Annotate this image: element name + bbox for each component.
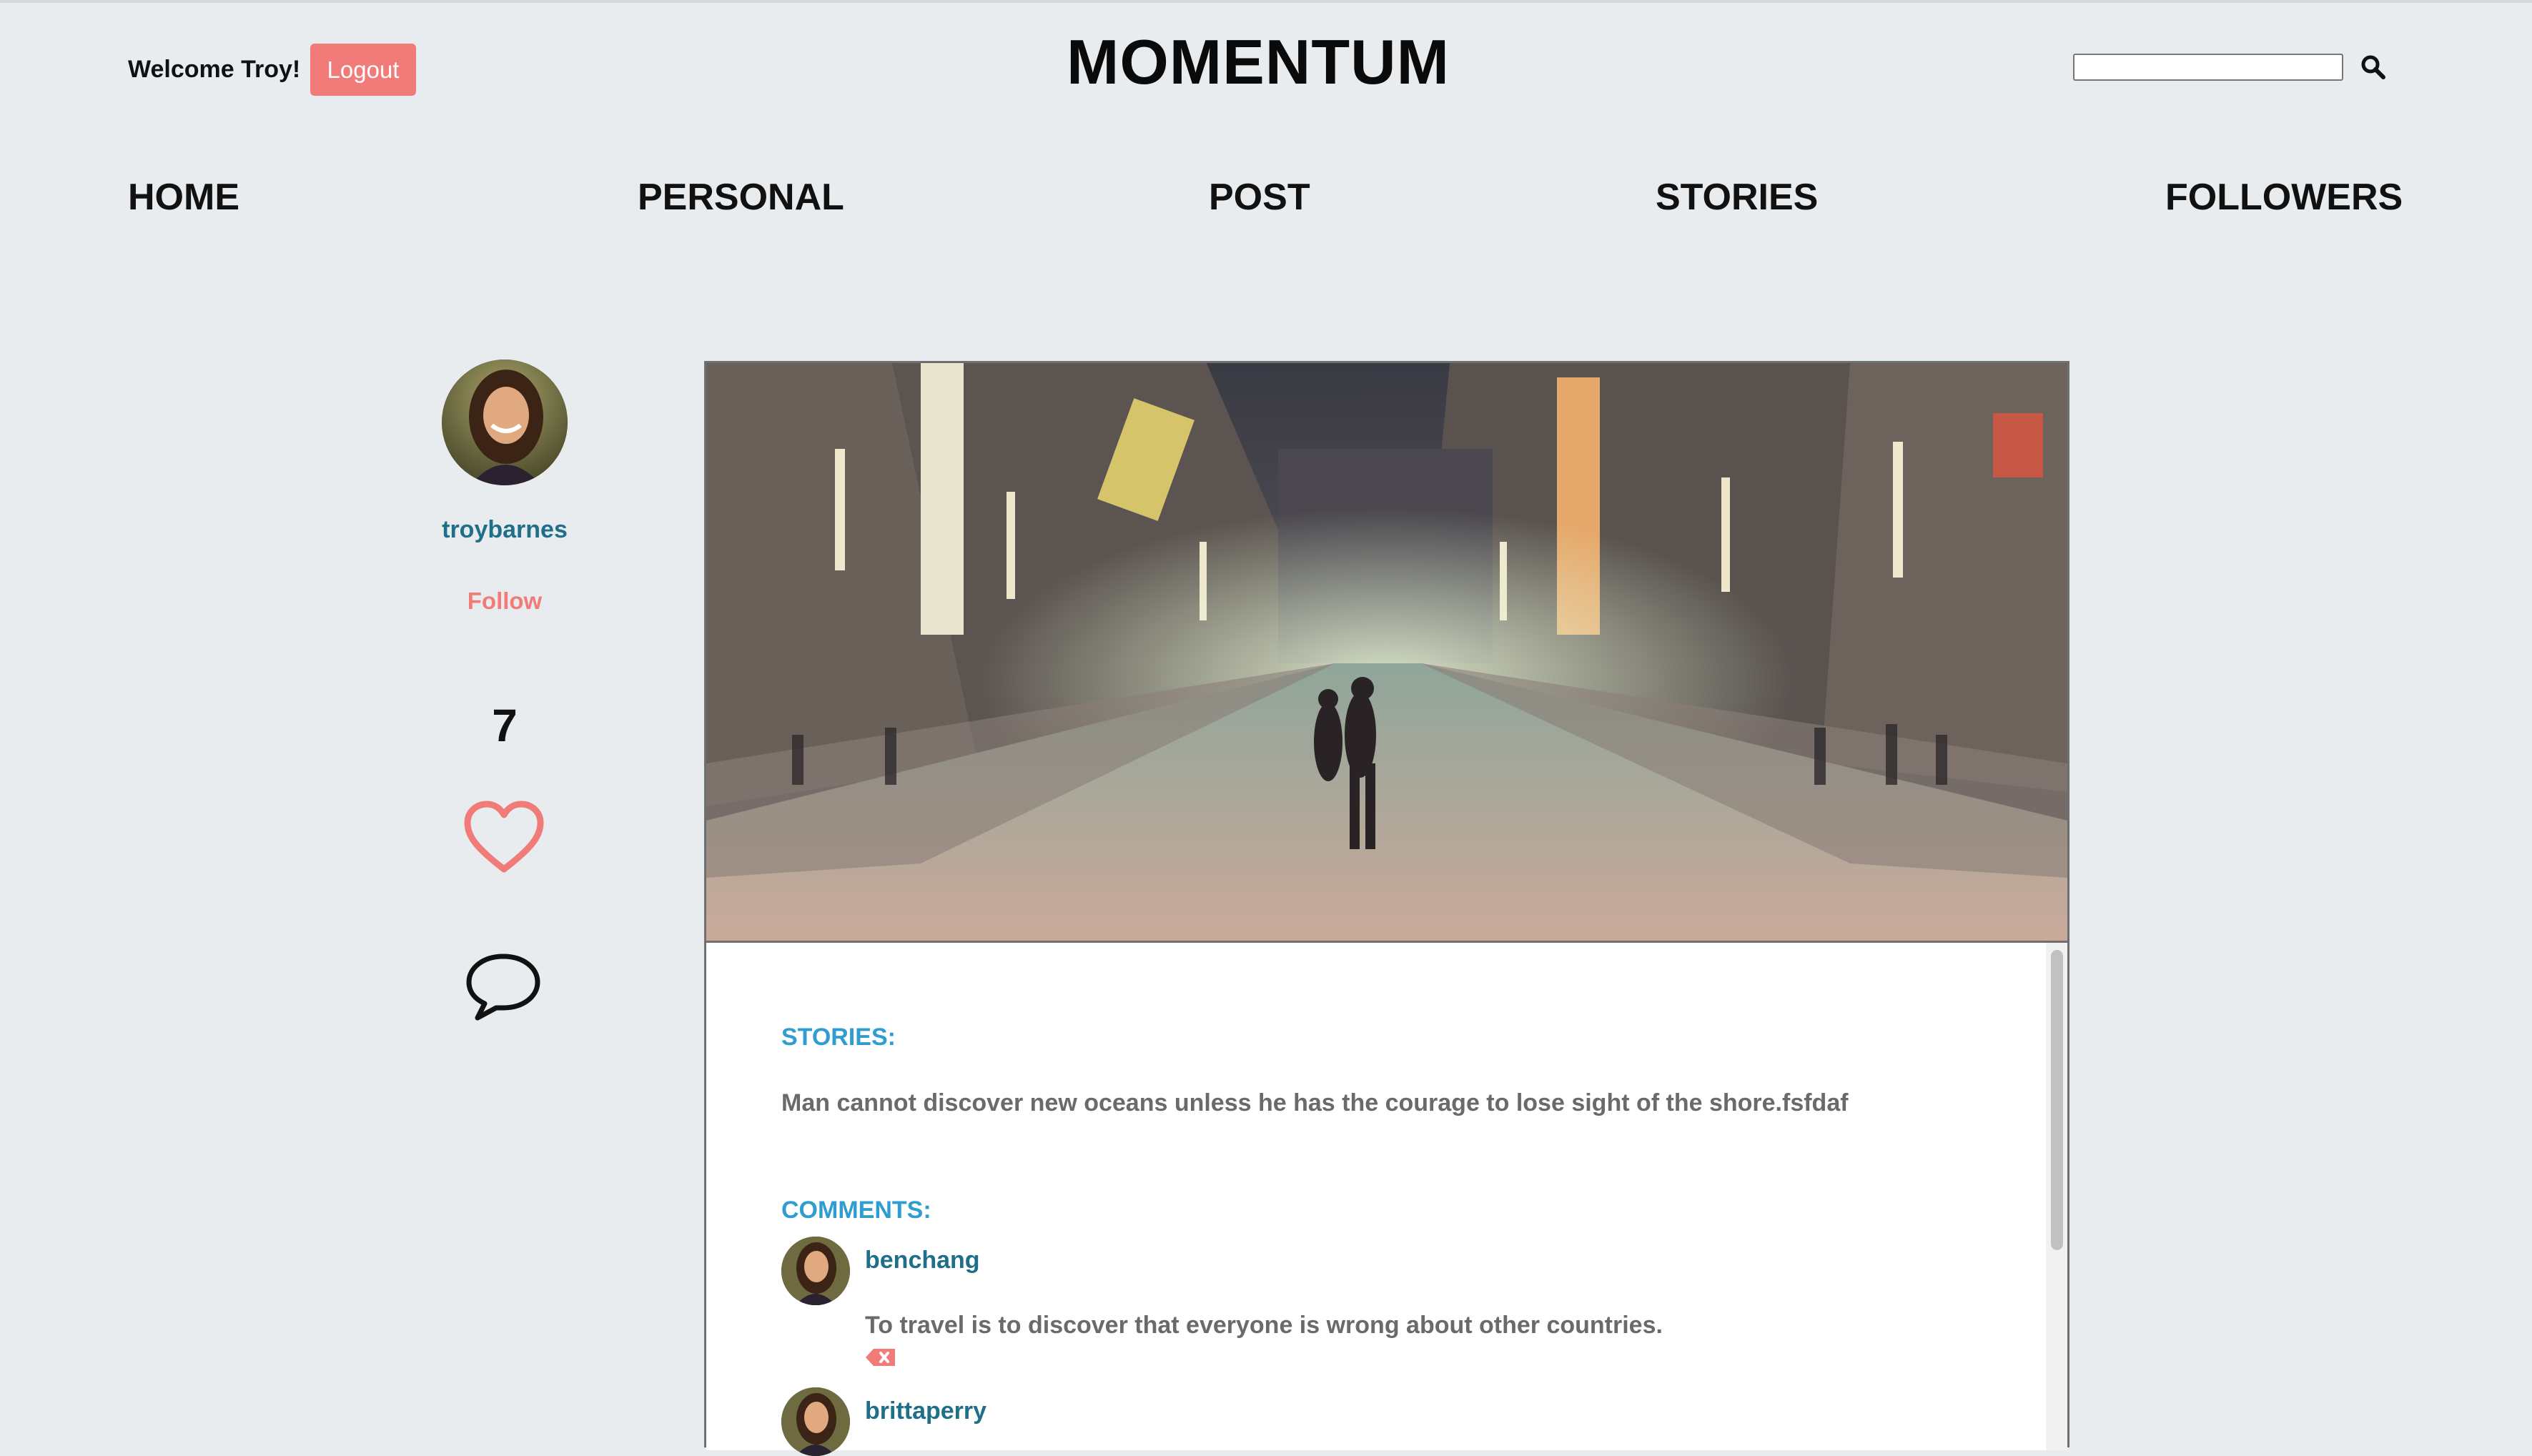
nav-stories[interactable]: STORIES (1656, 176, 1818, 219)
top-border (0, 0, 2532, 3)
comment-avatar[interactable] (781, 1237, 850, 1305)
profile-avatar[interactable] (442, 360, 568, 485)
comment-username[interactable]: benchang (865, 1247, 980, 1274)
heart-icon[interactable] (462, 799, 546, 875)
search-input[interactable] (2073, 54, 2343, 81)
like-count: 7 (492, 700, 518, 751)
nav-home[interactable]: HOME (128, 176, 239, 219)
comment-bubble-icon[interactable] (463, 951, 543, 1022)
delete-comment-icon[interactable] (865, 1348, 896, 1367)
scrollbar-thumb[interactable] (2051, 950, 2063, 1250)
post-image (706, 363, 2067, 943)
comment-text: To travel is to discover that everyone i… (865, 1312, 1663, 1339)
welcome-text: Welcome Troy! (128, 56, 301, 83)
comment-avatar[interactable] (781, 1387, 850, 1456)
post-card: STORIES: Man cannot discover new oceans … (704, 361, 2069, 1456)
nav-post[interactable]: POST (1209, 176, 1310, 219)
comments-label: COMMENTS: (781, 1197, 931, 1224)
nav-followers[interactable]: FOLLOWERS (2165, 176, 2403, 219)
scrollbar[interactable] (2046, 943, 2067, 1450)
stories-label: STORIES: (781, 1024, 896, 1051)
logout-button[interactable]: Logout (310, 44, 416, 96)
comment-username[interactable]: brittaperry (865, 1397, 986, 1425)
follow-button[interactable]: Follow (429, 588, 580, 615)
story-text: Man cannot discover new oceans unless he… (781, 1089, 1849, 1116)
search-icon[interactable] (2360, 54, 2386, 80)
post-body: STORIES: Man cannot discover new oceans … (706, 943, 2067, 1456)
profile-username[interactable]: troybarnes (429, 516, 580, 544)
site-logo[interactable]: MOMENTUM (1001, 26, 1515, 99)
nav-personal[interactable]: PERSONAL (638, 176, 844, 219)
